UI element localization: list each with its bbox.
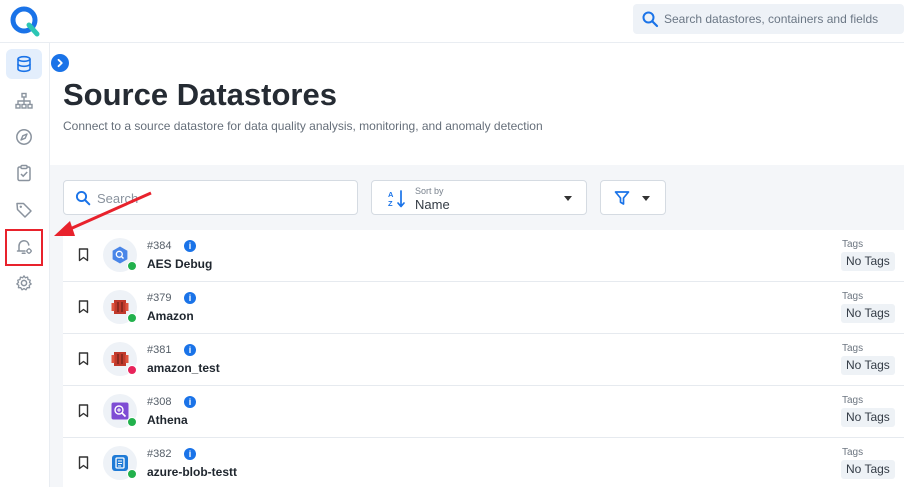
datastore-name[interactable]: Amazon xyxy=(147,309,194,323)
caret-down-icon xyxy=(642,196,650,201)
main-content: Source Datastores Connect to a source da… xyxy=(50,43,904,487)
datastore-row[interactable]: #384 i AES Debug Tags No Tags xyxy=(63,230,904,282)
sidebar-item-discover[interactable] xyxy=(6,122,42,152)
sort-dropdown[interactable]: AZ Sort by Name xyxy=(371,180,587,215)
sidebar-item-settings[interactable] xyxy=(6,268,42,298)
compass-icon xyxy=(16,129,32,145)
datastore-row[interactable]: #381 i amazon_test Tags No Tags xyxy=(63,334,904,386)
app-logo-icon[interactable] xyxy=(9,5,41,37)
database-icon xyxy=(17,55,31,73)
chevron-right-icon xyxy=(57,58,63,68)
info-icon[interactable]: i xyxy=(184,344,196,356)
gear-icon xyxy=(16,275,32,291)
tags-label: Tags xyxy=(842,395,864,406)
datastore-search-input[interactable]: Search xyxy=(63,180,358,215)
datastore-list: #384 i AES Debug Tags No Tags #379 i Amazon Tags… xyxy=(63,230,904,487)
svg-text:Z: Z xyxy=(388,199,393,208)
status-dot xyxy=(127,469,137,479)
filter-icon xyxy=(614,191,630,205)
clipboard-check-icon xyxy=(17,164,31,182)
page-title: Source Datastores xyxy=(63,77,337,112)
datastore-name[interactable]: amazon_test xyxy=(147,361,220,375)
datastore-row[interactable]: #382 i azure-blob-testt Tags No Tags xyxy=(63,438,904,487)
annotation-highlight-box xyxy=(5,229,43,266)
sidebar-item-checks[interactable] xyxy=(6,158,42,188)
tags-chip: No Tags xyxy=(841,304,895,323)
sort-label: Sort by xyxy=(415,186,444,196)
datastore-name[interactable]: Athena xyxy=(147,413,188,427)
caret-down-icon xyxy=(564,196,572,201)
status-dot xyxy=(127,365,137,375)
global-search-placeholder: Search datastores, containers and fields xyxy=(664,12,879,26)
tags-chip: No Tags xyxy=(841,356,895,375)
filter-dropdown[interactable] xyxy=(600,180,666,215)
sidebar-item-datastores[interactable] xyxy=(6,49,42,79)
info-icon[interactable]: i xyxy=(184,396,196,408)
sort-az-icon: AZ xyxy=(388,190,405,208)
sidebar-item-tags[interactable] xyxy=(6,195,42,225)
sort-value: Name xyxy=(415,197,450,212)
hierarchy-icon xyxy=(15,92,33,109)
tags-chip: No Tags xyxy=(841,460,895,479)
datastore-name[interactable]: azure-blob-testt xyxy=(147,465,237,479)
top-bar: Search datastores, containers and fields xyxy=(0,0,904,43)
info-icon[interactable]: i xyxy=(184,448,196,460)
datastore-id: #384 xyxy=(147,240,172,252)
tags-chip: No Tags xyxy=(841,252,895,271)
sidebar-item-explore[interactable] xyxy=(6,86,42,116)
status-dot xyxy=(127,313,137,323)
status-dot xyxy=(127,417,137,427)
bookmark-icon[interactable] xyxy=(78,404,89,418)
status-dot xyxy=(127,261,137,271)
bookmark-icon[interactable] xyxy=(78,456,89,470)
datastore-id: #381 xyxy=(147,344,172,356)
tags-label: Tags xyxy=(842,239,864,250)
info-icon[interactable]: i xyxy=(184,292,196,304)
global-search-input[interactable]: Search datastores, containers and fields xyxy=(633,4,904,34)
search-placeholder: Search xyxy=(97,191,139,206)
search-icon xyxy=(75,190,91,206)
datastore-name[interactable]: AES Debug xyxy=(147,257,212,271)
datastore-row[interactable]: #308 i Athena Tags No Tags xyxy=(63,386,904,438)
page-subtitle: Connect to a source datastore for data q… xyxy=(63,119,543,133)
datastore-id: #379 xyxy=(147,292,172,304)
info-icon[interactable]: i xyxy=(184,240,196,252)
tag-icon xyxy=(16,202,32,218)
bookmark-icon[interactable] xyxy=(78,248,89,262)
tags-label: Tags xyxy=(842,291,864,302)
page-header: Source Datastores Connect to a source da… xyxy=(50,43,904,165)
datastore-row[interactable]: #379 i Amazon Tags No Tags xyxy=(63,282,904,334)
expand-sidebar-button[interactable] xyxy=(51,54,69,72)
tags-chip: No Tags xyxy=(841,408,895,427)
datastore-id: #308 xyxy=(147,396,172,408)
tags-label: Tags xyxy=(842,343,864,354)
search-icon xyxy=(642,11,659,28)
tags-label: Tags xyxy=(842,447,864,458)
svg-text:A: A xyxy=(388,190,394,199)
datastore-id: #382 xyxy=(147,448,172,460)
bookmark-icon[interactable] xyxy=(78,352,89,366)
bookmark-icon[interactable] xyxy=(78,300,89,314)
